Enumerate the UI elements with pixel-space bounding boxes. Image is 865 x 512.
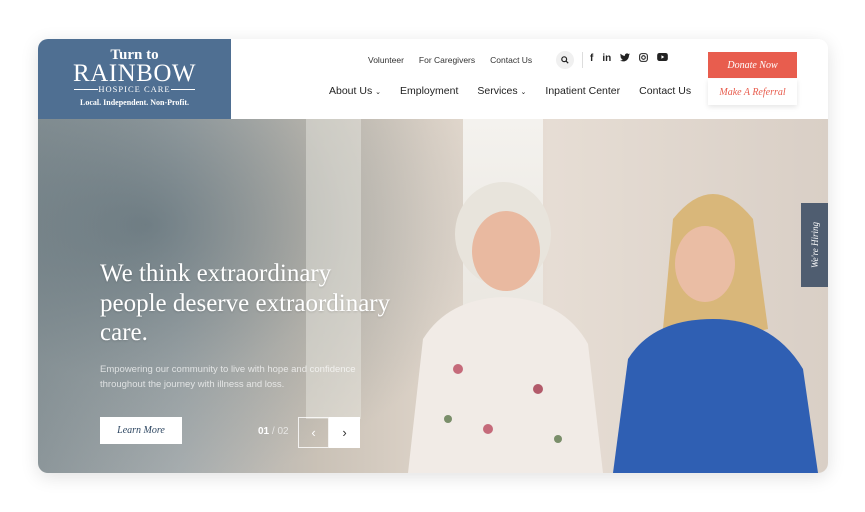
nav-about[interactable]: About Us ⌄ <box>329 85 381 97</box>
hero-photo-nurse <box>613 194 818 473</box>
hero-slider: We think extraordinary people deserve ex… <box>38 119 828 473</box>
twitter-icon[interactable] <box>620 53 631 65</box>
hero-subtext: Empowering our community to live with ho… <box>100 364 356 390</box>
slide-total: / 02 <box>271 426 289 437</box>
logo[interactable]: Turn to RAINBOW HOSPICE CARE Local. Inde… <box>38 39 231 119</box>
utility-nav: Volunteer For Caregivers Contact Us <box>368 55 547 65</box>
learn-more-button[interactable]: Learn More <box>100 417 182 444</box>
hero-photo-patient <box>408 182 603 473</box>
nav-services[interactable]: Services ⌄ <box>477 85 526 97</box>
facebook-icon[interactable]: f <box>590 53 593 65</box>
next-slide-button[interactable]: › <box>329 417 360 448</box>
utility-nav-caregivers[interactable]: For Caregivers <box>419 55 475 65</box>
logo-line3: HOSPICE CARE <box>98 84 171 94</box>
main-nav: About Us ⌄ Employment Services ⌄ Inpatie… <box>329 85 710 97</box>
search-button[interactable] <box>556 51 574 69</box>
nav-contact[interactable]: Contact Us <box>639 85 691 97</box>
prev-slide-button[interactable]: ‹ <box>298 417 329 448</box>
logo-tagline: Local. Independent. Non-Profit. <box>80 98 189 107</box>
nav-inpatient[interactable]: Inpatient Center <box>545 85 620 97</box>
youtube-icon[interactable] <box>657 53 669 65</box>
logo-divider <box>171 89 195 90</box>
hero-headline: We think extraordinary people deserve ex… <box>100 260 391 346</box>
hiring-tab-label: We're Hiring <box>809 221 820 269</box>
utility-nav-contact[interactable]: Contact Us <box>490 55 532 65</box>
divider <box>582 52 583 68</box>
nav-services-label: Services <box>477 85 518 97</box>
donate-button[interactable]: Donate Now <box>708 52 797 78</box>
chevron-right-icon: › <box>342 425 347 440</box>
linkedin-icon[interactable]: in <box>602 53 611 65</box>
search-icon <box>561 56 569 64</box>
social-links: f in <box>590 53 669 65</box>
chevron-down-icon: ⌄ <box>520 89 527 96</box>
slide-counter: 01 / 02 <box>258 426 289 437</box>
chevron-left-icon: ‹ <box>311 425 316 440</box>
nav-employment[interactable]: Employment <box>400 85 458 97</box>
site-header: Turn to RAINBOW HOSPICE CARE Local. Inde… <box>38 39 828 119</box>
referral-button[interactable]: Make A Referral <box>708 79 797 105</box>
instagram-icon[interactable] <box>639 53 649 65</box>
hiring-tab[interactable]: We're Hiring <box>801 203 828 287</box>
browser-frame: Turn to RAINBOW HOSPICE CARE Local. Inde… <box>38 39 828 473</box>
chevron-down-icon: ⌄ <box>375 89 381 96</box>
slide-current: 01 <box>258 426 270 437</box>
nav-about-label: About Us <box>329 85 373 97</box>
utility-nav-volunteer[interactable]: Volunteer <box>368 55 404 65</box>
